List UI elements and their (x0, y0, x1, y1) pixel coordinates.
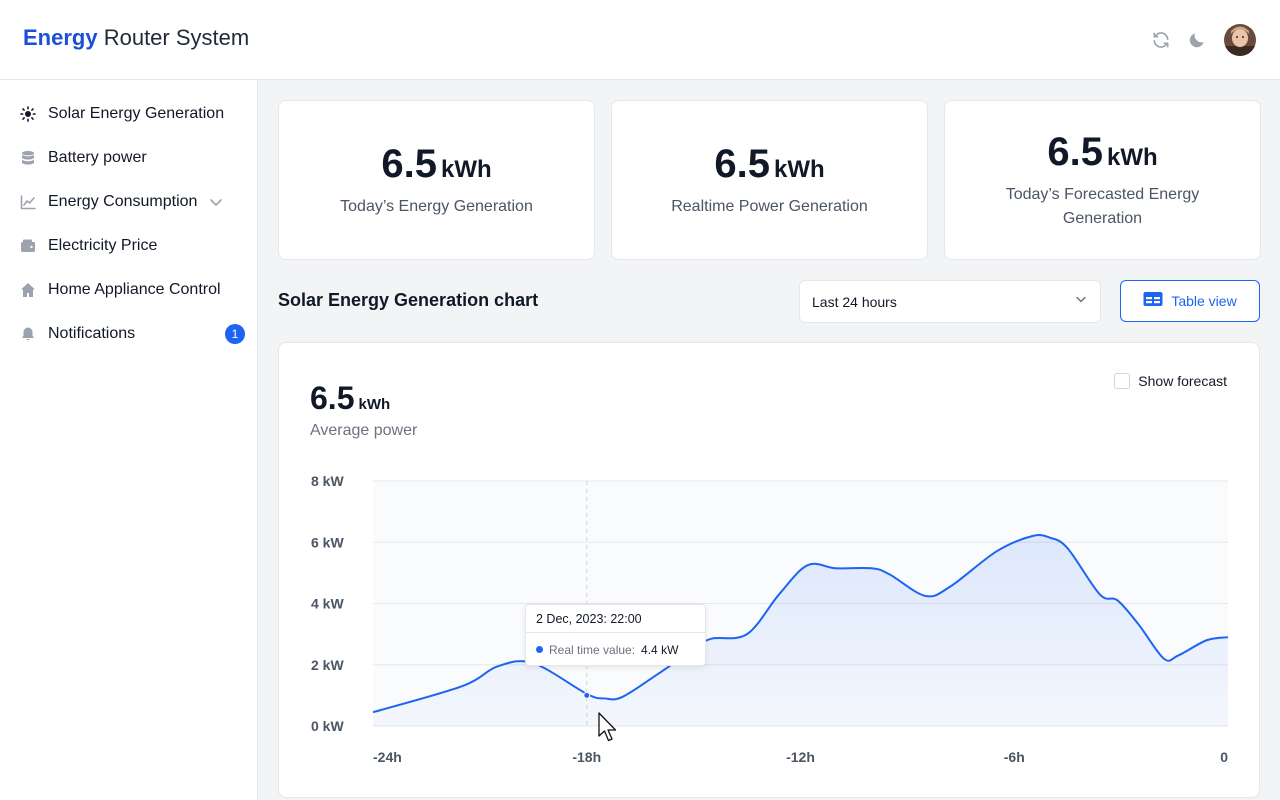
avatar[interactable] (1224, 24, 1256, 56)
sidebar-item-battery[interactable]: Battery power (0, 136, 257, 180)
sidebar-item-label: Energy Consumption (48, 193, 198, 210)
sidebar-item-label: Notifications (48, 325, 136, 342)
x-tick-label: 0 (1220, 749, 1228, 765)
sidebar-item-label: Electricity Price (48, 237, 158, 254)
sidebar-item-notifications[interactable]: Notifications 1 (0, 312, 257, 356)
sun-icon (20, 106, 36, 122)
bell-icon (20, 326, 36, 342)
chart-tooltip: 2 Dec, 2023: 22:00 Real time value: 4.4 … (525, 604, 706, 666)
stat-value: 6.5 kWh (381, 142, 491, 187)
stat-unit: kWh (773, 155, 825, 183)
stat-label: Today’s Energy Generation (340, 197, 533, 215)
chart-section-title: Solar Energy Generation chart (278, 290, 539, 310)
series-dot-icon (536, 646, 543, 653)
stat-value: 6.5 kWh (1047, 130, 1157, 175)
moon-icon[interactable] (1186, 29, 1208, 51)
sidebar-item-label: Battery power (48, 149, 147, 166)
refresh-icon[interactable] (1150, 29, 1172, 51)
highlight-point (583, 691, 591, 699)
sidebar-item-energy-consumption[interactable]: Energy Consumption (0, 180, 257, 224)
stat-unit: kWh (1106, 143, 1158, 171)
chart-card: 6.5 kWh Average power Show forecast 8 kW 6… (278, 342, 1260, 798)
home-icon (20, 282, 36, 298)
sidebar-item-label: Home Appliance Control (48, 281, 221, 298)
brand-rest: Router System (97, 25, 250, 50)
stat-number: 6.5 (381, 141, 437, 186)
solar-generation-chart[interactable]: 8 kW 6 kW 4 kW 2 kW 0 kW -24h -18h -12h -6h 0 (279, 343, 1261, 799)
x-tick-label: -6h (1004, 749, 1025, 765)
database-icon (20, 150, 36, 166)
tooltip-key: Real time value: (549, 642, 636, 657)
sidebar-item-solar[interactable]: Solar Energy Generation (0, 92, 257, 136)
tooltip-title: 2 Dec, 2023: 22:00 (526, 605, 705, 633)
chart-line-icon (20, 194, 36, 210)
tooltip-body: Real time value: 4.4 kW (526, 633, 705, 666)
sidebar-item-label: Solar Energy Generation (48, 105, 225, 122)
stat-label: Realtime Power Generation (671, 197, 868, 215)
x-tick-label: -24h (373, 749, 402, 765)
time-range-value: Last 24 hours (812, 293, 897, 310)
sidebar-item-electricity-price[interactable]: Electricity Price (0, 224, 257, 268)
table-view-button[interactable]: Table view (1120, 280, 1260, 322)
stat-card-realtime-power: 6.5 kWh Realtime Power Generation (611, 100, 928, 260)
sidebar: Solar Energy Generation Battery power En… (0, 80, 258, 800)
chevron-down-icon (1074, 292, 1088, 311)
y-tick-label: 6 kW (311, 534, 344, 550)
app-title[interactable]: Energy Router System (23, 24, 249, 52)
chevron-down-icon[interactable] (207, 193, 225, 211)
stat-unit: kWh (440, 155, 492, 183)
brand-bold: Energy (23, 25, 98, 50)
y-tick-label: 2 kW (311, 657, 344, 673)
top-actions (1150, 24, 1256, 56)
y-tick-label: 8 kW (311, 473, 344, 489)
y-tick-label: 4 kW (311, 596, 344, 612)
table-icon (1143, 291, 1163, 312)
mouse-pointer-icon (598, 712, 618, 751)
sidebar-item-home-appliance[interactable]: Home Appliance Control (0, 268, 257, 312)
stat-value: 6.5 kWh (714, 142, 824, 187)
stat-card-todays-generation: 6.5 kWh Today’s Energy Generation (278, 100, 595, 260)
top-bar: Energy Router System (0, 0, 1280, 80)
x-tick-label: -18h (572, 749, 601, 765)
x-tick-label: -12h (786, 749, 815, 765)
tooltip-value: 4.4 kW (641, 642, 679, 657)
time-range-select[interactable]: Last 24 hours (799, 280, 1101, 323)
stat-number: 6.5 (714, 141, 770, 186)
stat-label: Today’s Forecasted Energy Generation (1005, 185, 1200, 227)
table-view-label: Table view (1171, 293, 1237, 309)
wallet-icon (20, 238, 36, 254)
stat-card-forecasted-generation: 6.5 kWh Today’s Forecasted Energy Generat… (944, 100, 1261, 260)
y-tick-label: 0 kW (311, 718, 344, 734)
stat-number: 6.5 (1047, 129, 1103, 174)
notification-count-badge: 1 (225, 324, 245, 344)
